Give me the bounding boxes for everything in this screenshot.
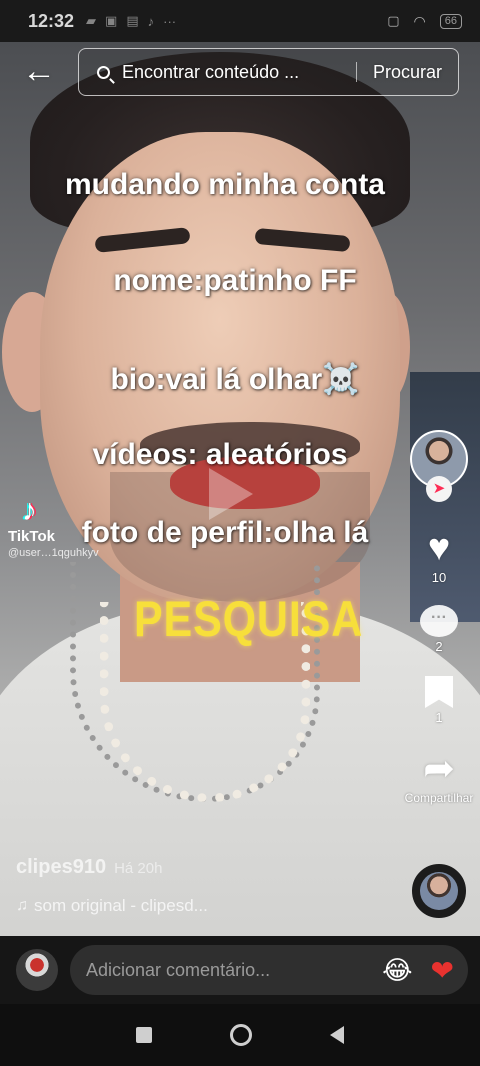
video-icon: ▰	[86, 13, 97, 28]
share-arrow-icon: ➦	[423, 748, 455, 790]
comment-input[interactable]: Adicionar comentário... 😂 ❤	[70, 945, 468, 995]
search-input[interactable]: Encontrar conteúdo ... Procurar	[78, 48, 459, 96]
author-name: clipes910	[16, 856, 107, 878]
more-dots-icon: ···	[163, 13, 177, 29]
search-icon	[97, 65, 110, 79]
recents-icon[interactable]	[136, 1027, 152, 1043]
caption-line-4: vídeos: aleatórios	[92, 438, 348, 471]
watermark-brand: TikTok	[8, 528, 55, 545]
music-disc-avatar	[420, 872, 458, 910]
back-arrow-icon[interactable]: ←	[22, 54, 56, 88]
battery-icon: 66	[439, 13, 462, 29]
like-count: 10	[431, 570, 447, 585]
post-author[interactable]: clipes910 Há 20h	[16, 856, 162, 879]
tiktok-logo-icon: ♪	[22, 494, 37, 527]
music-disc[interactable]	[412, 864, 466, 918]
bookmark-icon	[425, 676, 453, 708]
back-triangle-icon[interactable]	[330, 1026, 344, 1044]
comment-button[interactable]: 2	[420, 605, 458, 654]
comment-bubble-icon	[420, 605, 458, 637]
watermark-user: @user…1qguhkyv	[8, 547, 99, 559]
comment-count: 2	[435, 639, 443, 654]
home-icon[interactable]	[230, 1024, 252, 1046]
action-rail: ➤ ♥ 10 2 1 ➦ Compartilhar	[405, 430, 473, 805]
laughing-emoji-icon[interactable]: 😂	[382, 955, 412, 986]
caption-line-2: nome:patinho FF	[113, 264, 357, 297]
caption-line-1: mudando minha conta	[64, 168, 385, 201]
search-button[interactable]: Procurar	[357, 62, 458, 83]
comment-placeholder: Adicionar comentário...	[86, 959, 271, 980]
status-system-icons: ▢ ◠ 66	[387, 13, 462, 30]
status-time: 12:32	[28, 10, 75, 31]
photo-icon: ▤	[126, 13, 139, 28]
follow-plus-icon[interactable]: ➤	[426, 476, 452, 502]
share-label: Compartilhar	[404, 791, 474, 805]
like-button[interactable]: ♥ 10	[428, 528, 451, 585]
screen-icon: ▢	[387, 13, 400, 28]
tiktok-icon: ♪	[147, 13, 155, 29]
save-count: 1	[435, 710, 443, 725]
caption-line-3: bio:vai lá olhar☠️	[110, 363, 360, 396]
play-icon[interactable]	[209, 468, 253, 520]
heart-icon: ♥	[427, 527, 451, 569]
status-notification-icons: ▰ ▣ ▤ ♪ ···	[86, 13, 176, 29]
status-bar: 12:32 ▰ ▣ ▤ ♪ ··· ▢ ◠ 66	[0, 0, 480, 42]
creator-avatar-wrap: ➤	[410, 430, 468, 502]
music-note-icon: ♫	[16, 897, 28, 914]
comment-bar: Adicionar comentário... 😂 ❤	[0, 936, 480, 1004]
user-avatar	[16, 949, 58, 991]
music-link[interactable]: ♫ som original - clipesd...	[16, 896, 208, 916]
app-icon: ▣	[105, 13, 118, 28]
heart-emoji-icon[interactable]: ❤	[431, 954, 454, 987]
save-button[interactable]: 1	[425, 676, 453, 725]
post-time: Há 20h	[114, 860, 163, 877]
share-button[interactable]: ➦ Compartilhar	[405, 749, 474, 805]
system-nav-bar	[0, 1004, 480, 1066]
search-placeholder: Encontrar conteúdo ...	[122, 61, 300, 82]
highlight-caption: PESQUISA	[134, 591, 364, 647]
tiktok-watermark: ♪ TikTok @user…1qguhkyv	[8, 494, 99, 560]
wifi-icon: ◠	[413, 12, 426, 29]
music-title: som original - clipesd...	[34, 896, 208, 915]
